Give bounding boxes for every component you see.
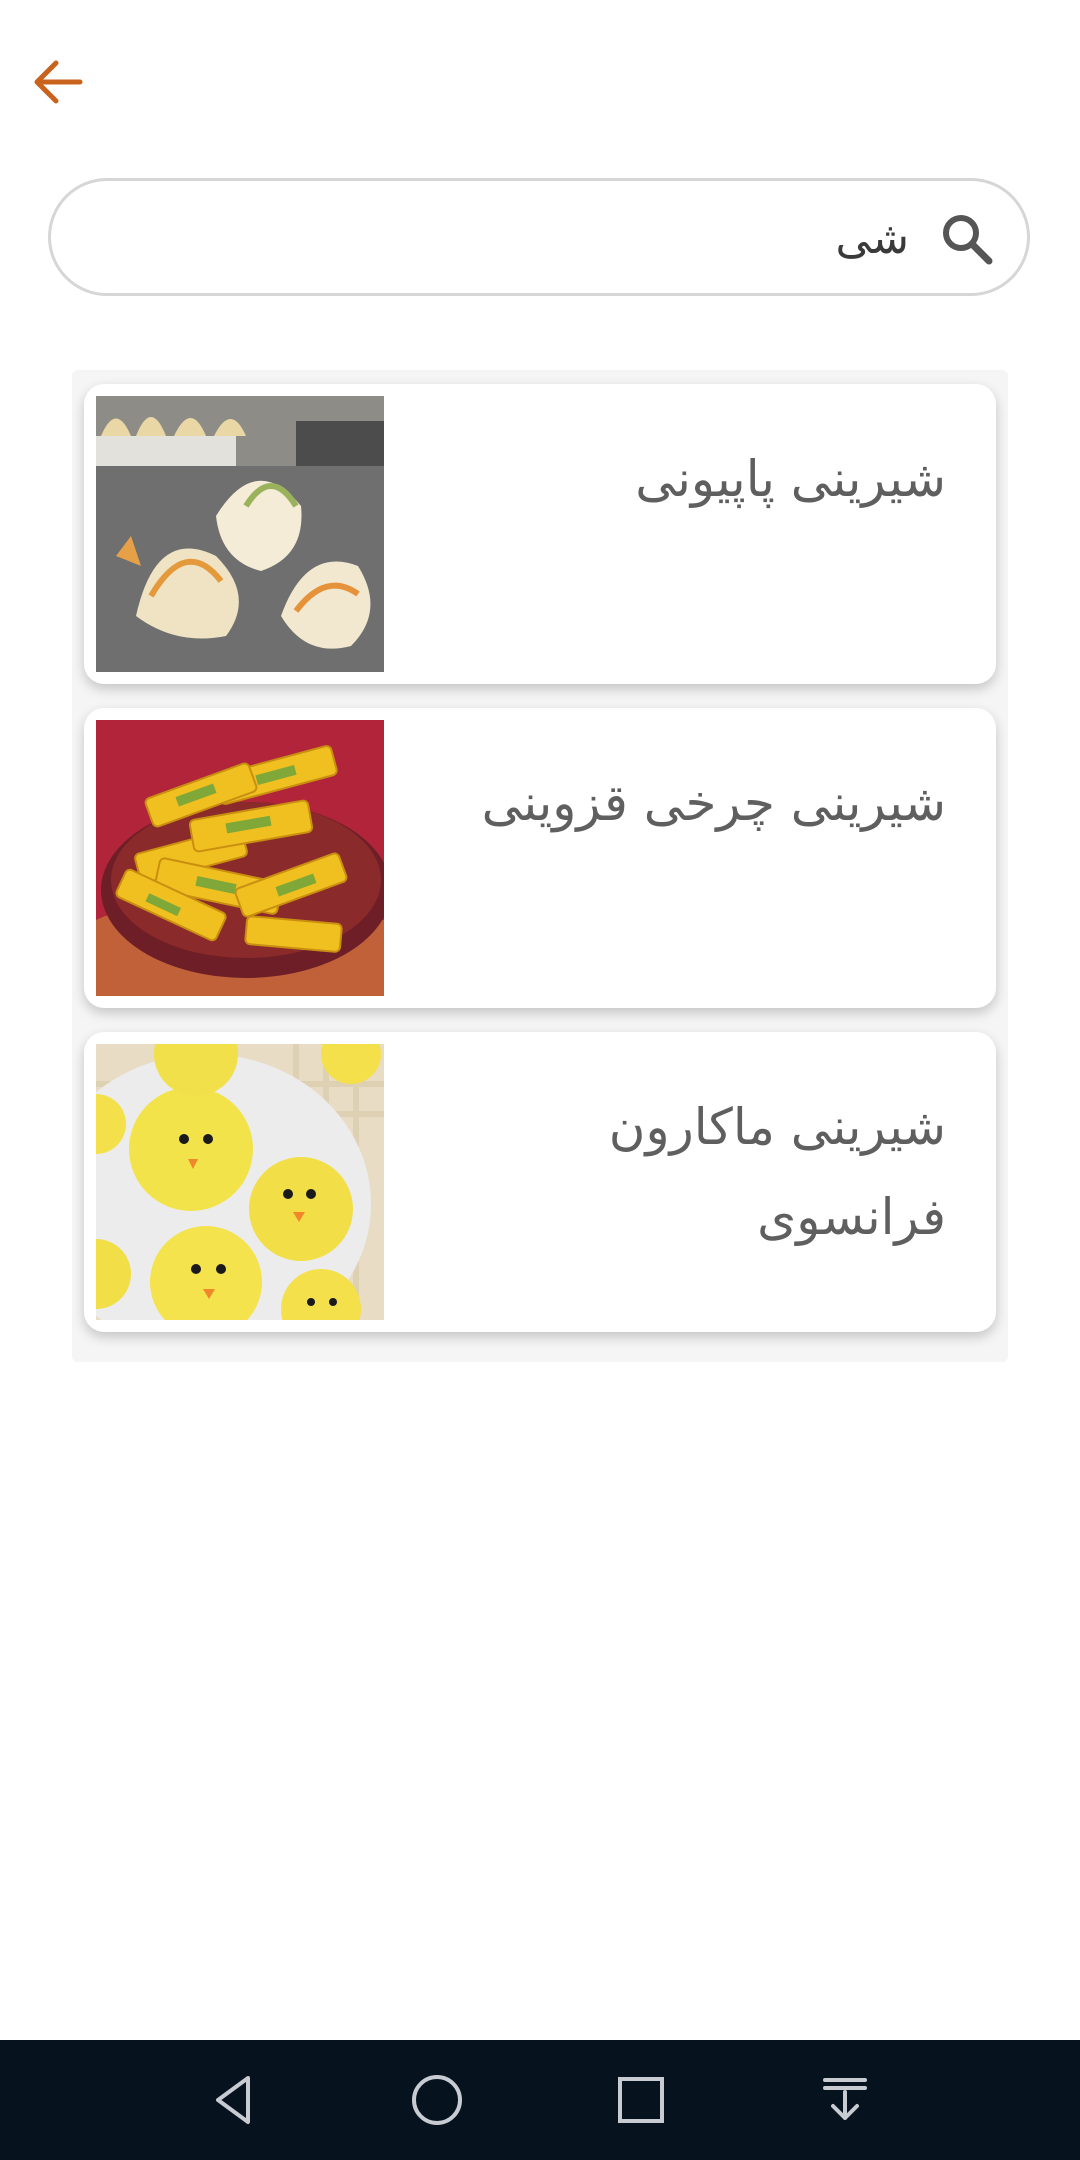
- qazvini-cookies-photo: [96, 720, 384, 996]
- nav-recents-button[interactable]: [601, 2060, 681, 2140]
- result-card[interactable]: شیرینی چرخی قزوینی: [84, 708, 996, 1008]
- back-button[interactable]: [28, 52, 88, 112]
- system-navigation-bar: [0, 2040, 1080, 2160]
- nav-home-button[interactable]: [397, 2060, 477, 2140]
- result-card[interactable]: شیرینی ماکارون فرانسوی: [84, 1032, 996, 1332]
- notifications-icon: [823, 2078, 867, 2120]
- result-title: شیرینی پاپیونی: [635, 450, 946, 508]
- search-input[interactable]: [149, 195, 909, 281]
- results-list: شیرینی پاپیونی شیرینی چرخی قزوینی شیرینی…: [72, 370, 1008, 1362]
- arrow-left-icon: [34, 60, 83, 104]
- french-macaron-photo: [96, 1044, 384, 1320]
- nav-back-button[interactable]: [194, 2060, 274, 2140]
- home-icon: [412, 2075, 462, 2125]
- bowtie-pastry-photo: [96, 396, 384, 672]
- nav-notifications-button[interactable]: [805, 2060, 885, 2140]
- result-title: شیرینی چرخی قزوینی: [481, 774, 946, 832]
- recents-icon: [618, 2077, 664, 2123]
- back-icon: [216, 2076, 250, 2124]
- search-icon[interactable]: [937, 209, 997, 269]
- result-card[interactable]: شیرینی پاپیونی: [84, 384, 996, 684]
- search-bar[interactable]: [48, 178, 1030, 296]
- result-title: شیرینی ماکارون فرانسوی: [608, 1098, 946, 1246]
